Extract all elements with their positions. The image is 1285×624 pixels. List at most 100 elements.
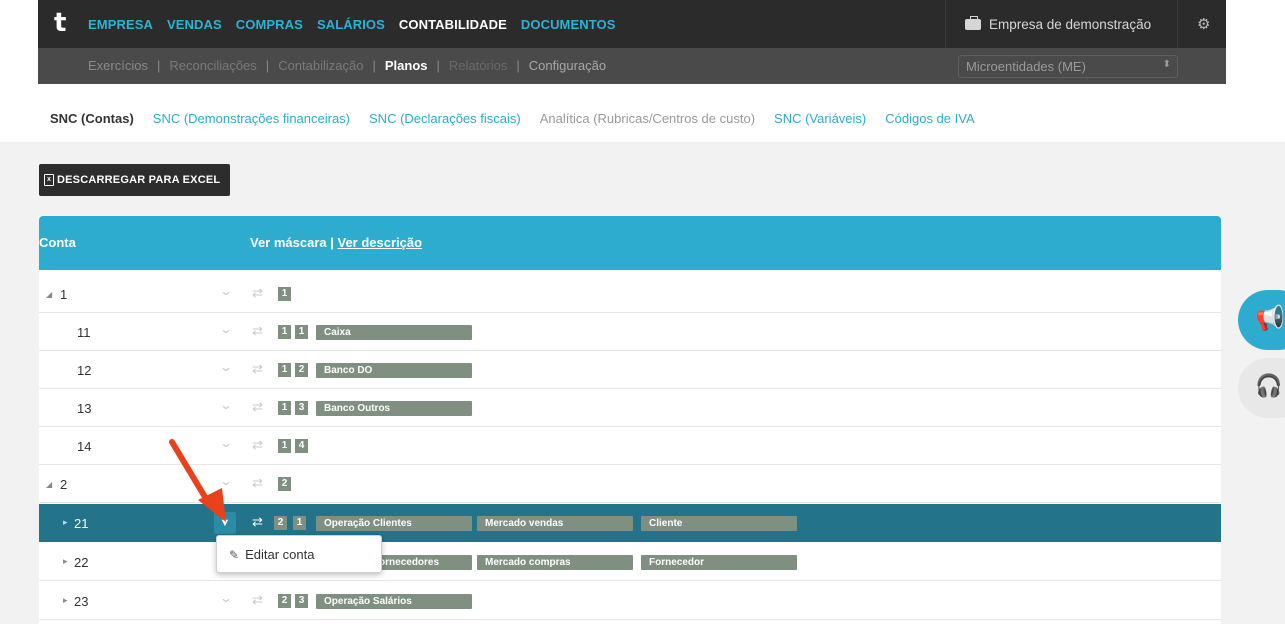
plan-select-value: Microentidades (ME)	[966, 59, 1086, 74]
subnav-contabilizacao[interactable]: Contabilização	[278, 58, 363, 73]
plan-tabs: SNC (Contas) SNC (Demonstrações financei…	[50, 111, 994, 126]
chevron-down-icon[interactable]: ⌄	[219, 322, 233, 336]
subnav-exercicios[interactable]: Exercícios	[88, 58, 148, 73]
tab-codigos-iva[interactable]: Códigos de IVA	[885, 111, 974, 126]
mask-digit: 3	[295, 401, 308, 415]
subnav-separator: |	[156, 58, 161, 73]
mask-digit: 3	[295, 594, 308, 608]
chevron-down-icon[interactable]: ⌄	[219, 591, 233, 605]
table-row[interactable]: ▸ 23 ⌄ ⇄ 2 3 Operação Salários	[39, 582, 1221, 620]
swap-icon[interactable]: ⇄	[252, 592, 263, 608]
nav-vendas[interactable]: VENDAS	[167, 17, 222, 32]
tab-snc-contas[interactable]: SNC (Contas)	[50, 111, 134, 126]
mask-digit: 2	[295, 363, 308, 377]
account-number: 13	[77, 401, 92, 416]
account-number: 11	[77, 325, 91, 340]
mask-tag: Banco DO	[316, 363, 472, 378]
subnav-reconciliacoes[interactable]: Reconciliações	[169, 58, 256, 73]
chevron-down-icon[interactable]: ⌄	[219, 360, 233, 374]
company-name: Empresa de demonstração	[989, 16, 1152, 32]
swap-icon[interactable]: ⇄	[252, 285, 263, 301]
nav-compras[interactable]: COMPRAS	[236, 17, 303, 32]
mask-tag: Fornecedor	[641, 555, 797, 570]
collapse-icon[interactable]: ◢	[46, 290, 52, 299]
sub-nav: Exercícios | Reconciliações | Contabiliz…	[88, 58, 606, 73]
mask-tag: Banco Outros	[316, 401, 472, 416]
mask-digit: 4	[295, 439, 308, 453]
nav-contabilidade[interactable]: CONTABILIDADE	[399, 17, 507, 32]
mask-digit: 2	[278, 477, 291, 491]
account-number: 22	[74, 555, 89, 570]
nav-salarios[interactable]: SALÁRIOS	[317, 17, 385, 32]
mask-tag: Mercado vendas	[477, 516, 633, 531]
mask-digit: 1	[278, 363, 291, 377]
swap-icon[interactable]: ⇄	[252, 514, 263, 530]
download-excel-button[interactable]: x DESCARREGAR PARA EXCEL	[39, 164, 230, 196]
mask-tag: Mercado compras	[477, 555, 633, 570]
megaphone-icon: 📢	[1255, 305, 1285, 332]
subnav-separator: |	[265, 58, 270, 73]
gear-icon[interactable]: ⚙	[1197, 15, 1210, 33]
nav-empresa[interactable]: EMPRESA	[88, 17, 153, 32]
subnav-separator: |	[436, 58, 440, 73]
chevron-down-icon[interactable]: ⌄	[219, 284, 233, 298]
mask-digit: 1	[278, 439, 291, 453]
col-header-separator: |	[326, 235, 338, 250]
right-margin	[1226, 0, 1285, 84]
left-margin	[0, 0, 38, 84]
subnav-configuracao[interactable]: Configuração	[529, 58, 606, 73]
expand-icon[interactable]: ▸	[63, 556, 68, 567]
tab-snc-variaveis[interactable]: SNC (Variáveis)	[774, 111, 866, 126]
table-row[interactable]: ◢ 1 ⌄ ⇄ 1	[39, 275, 1221, 313]
mask-tag: Caixa	[316, 325, 472, 340]
table-row[interactable]: 12 ⌄ ⇄ 1 2 Banco DO	[39, 351, 1221, 389]
swap-icon[interactable]: ⇄	[252, 399, 263, 415]
tab-analitica[interactable]: Analítica (Rubricas/Centros de custo)	[540, 111, 755, 126]
account-number: 14	[77, 439, 92, 454]
account-number: 2	[60, 477, 68, 492]
mask-tag: Operação Salários	[316, 594, 472, 609]
collapse-icon[interactable]: ◢	[46, 480, 52, 489]
company-switcher[interactable]: Empresa de demonstração	[945, 0, 1178, 48]
mask-digit: 2	[274, 516, 287, 530]
tab-snc-declaracoes[interactable]: SNC (Declarações fiscais)	[369, 111, 521, 126]
expand-icon[interactable]: ▸	[63, 517, 68, 528]
mask-digit: 1	[278, 401, 291, 415]
nav-documentos[interactable]: DOCUMENTOS	[521, 17, 616, 32]
edit-account-menu-item[interactable]: ✎ Editar conta	[229, 547, 381, 562]
account-number: 23	[74, 594, 89, 609]
select-arrows-icon: ⬍	[1162, 59, 1171, 70]
swap-icon[interactable]: ⇄	[252, 475, 263, 491]
subnav-relatorios[interactable]: Relatórios	[449, 58, 508, 73]
mask-digit: 1	[293, 516, 306, 530]
app-logo[interactable]: t	[54, 10, 66, 36]
mask-tag: Operação Clientes	[316, 516, 472, 531]
view-description-link[interactable]: Ver descrição	[338, 235, 423, 250]
subnav-separator: |	[372, 58, 376, 73]
account-number: 21	[74, 516, 89, 531]
download-excel-label: DESCARREGAR PARA EXCEL	[57, 174, 221, 186]
mask-digit: 1	[278, 287, 291, 301]
swap-icon[interactable]: ⇄	[252, 437, 263, 453]
account-number: 12	[77, 363, 92, 378]
swap-icon[interactable]: ⇄	[252, 361, 263, 377]
pencil-icon: ✎	[229, 548, 240, 562]
subnav-separator: |	[516, 58, 520, 73]
chevron-down-icon[interactable]: ⌄	[219, 398, 233, 412]
swap-icon[interactable]: ⇄	[252, 323, 263, 339]
plan-select[interactable]: Microentidades (ME) ⬍	[958, 55, 1178, 78]
table-row[interactable]: 13 ⌄ ⇄ 1 3 Banco Outros	[39, 389, 1221, 427]
expand-icon[interactable]: ▸	[63, 595, 68, 606]
mask-digit: 1	[278, 325, 291, 339]
tab-snc-demonstracoes[interactable]: SNC (Demonstrações financeiras)	[153, 111, 350, 126]
mask-digit: 2	[278, 594, 291, 608]
excel-icon: x	[44, 174, 54, 186]
support-agent-icon: 🎧	[1255, 373, 1283, 398]
view-mask-toggle[interactable]: Ver máscara	[250, 235, 327, 250]
subnav-planos[interactable]: Planos	[385, 58, 428, 73]
mask-tag: Cliente	[641, 516, 797, 531]
table-row[interactable]: 11 ⌄ ⇄ 1 1 Caixa	[39, 313, 1221, 351]
row-actions-dropdown: ✎ Editar conta	[216, 535, 382, 573]
main-nav: EMPRESA VENDAS COMPRAS SALÁRIOS CONTABIL…	[88, 17, 630, 32]
edit-account-label: Editar conta	[245, 547, 315, 562]
